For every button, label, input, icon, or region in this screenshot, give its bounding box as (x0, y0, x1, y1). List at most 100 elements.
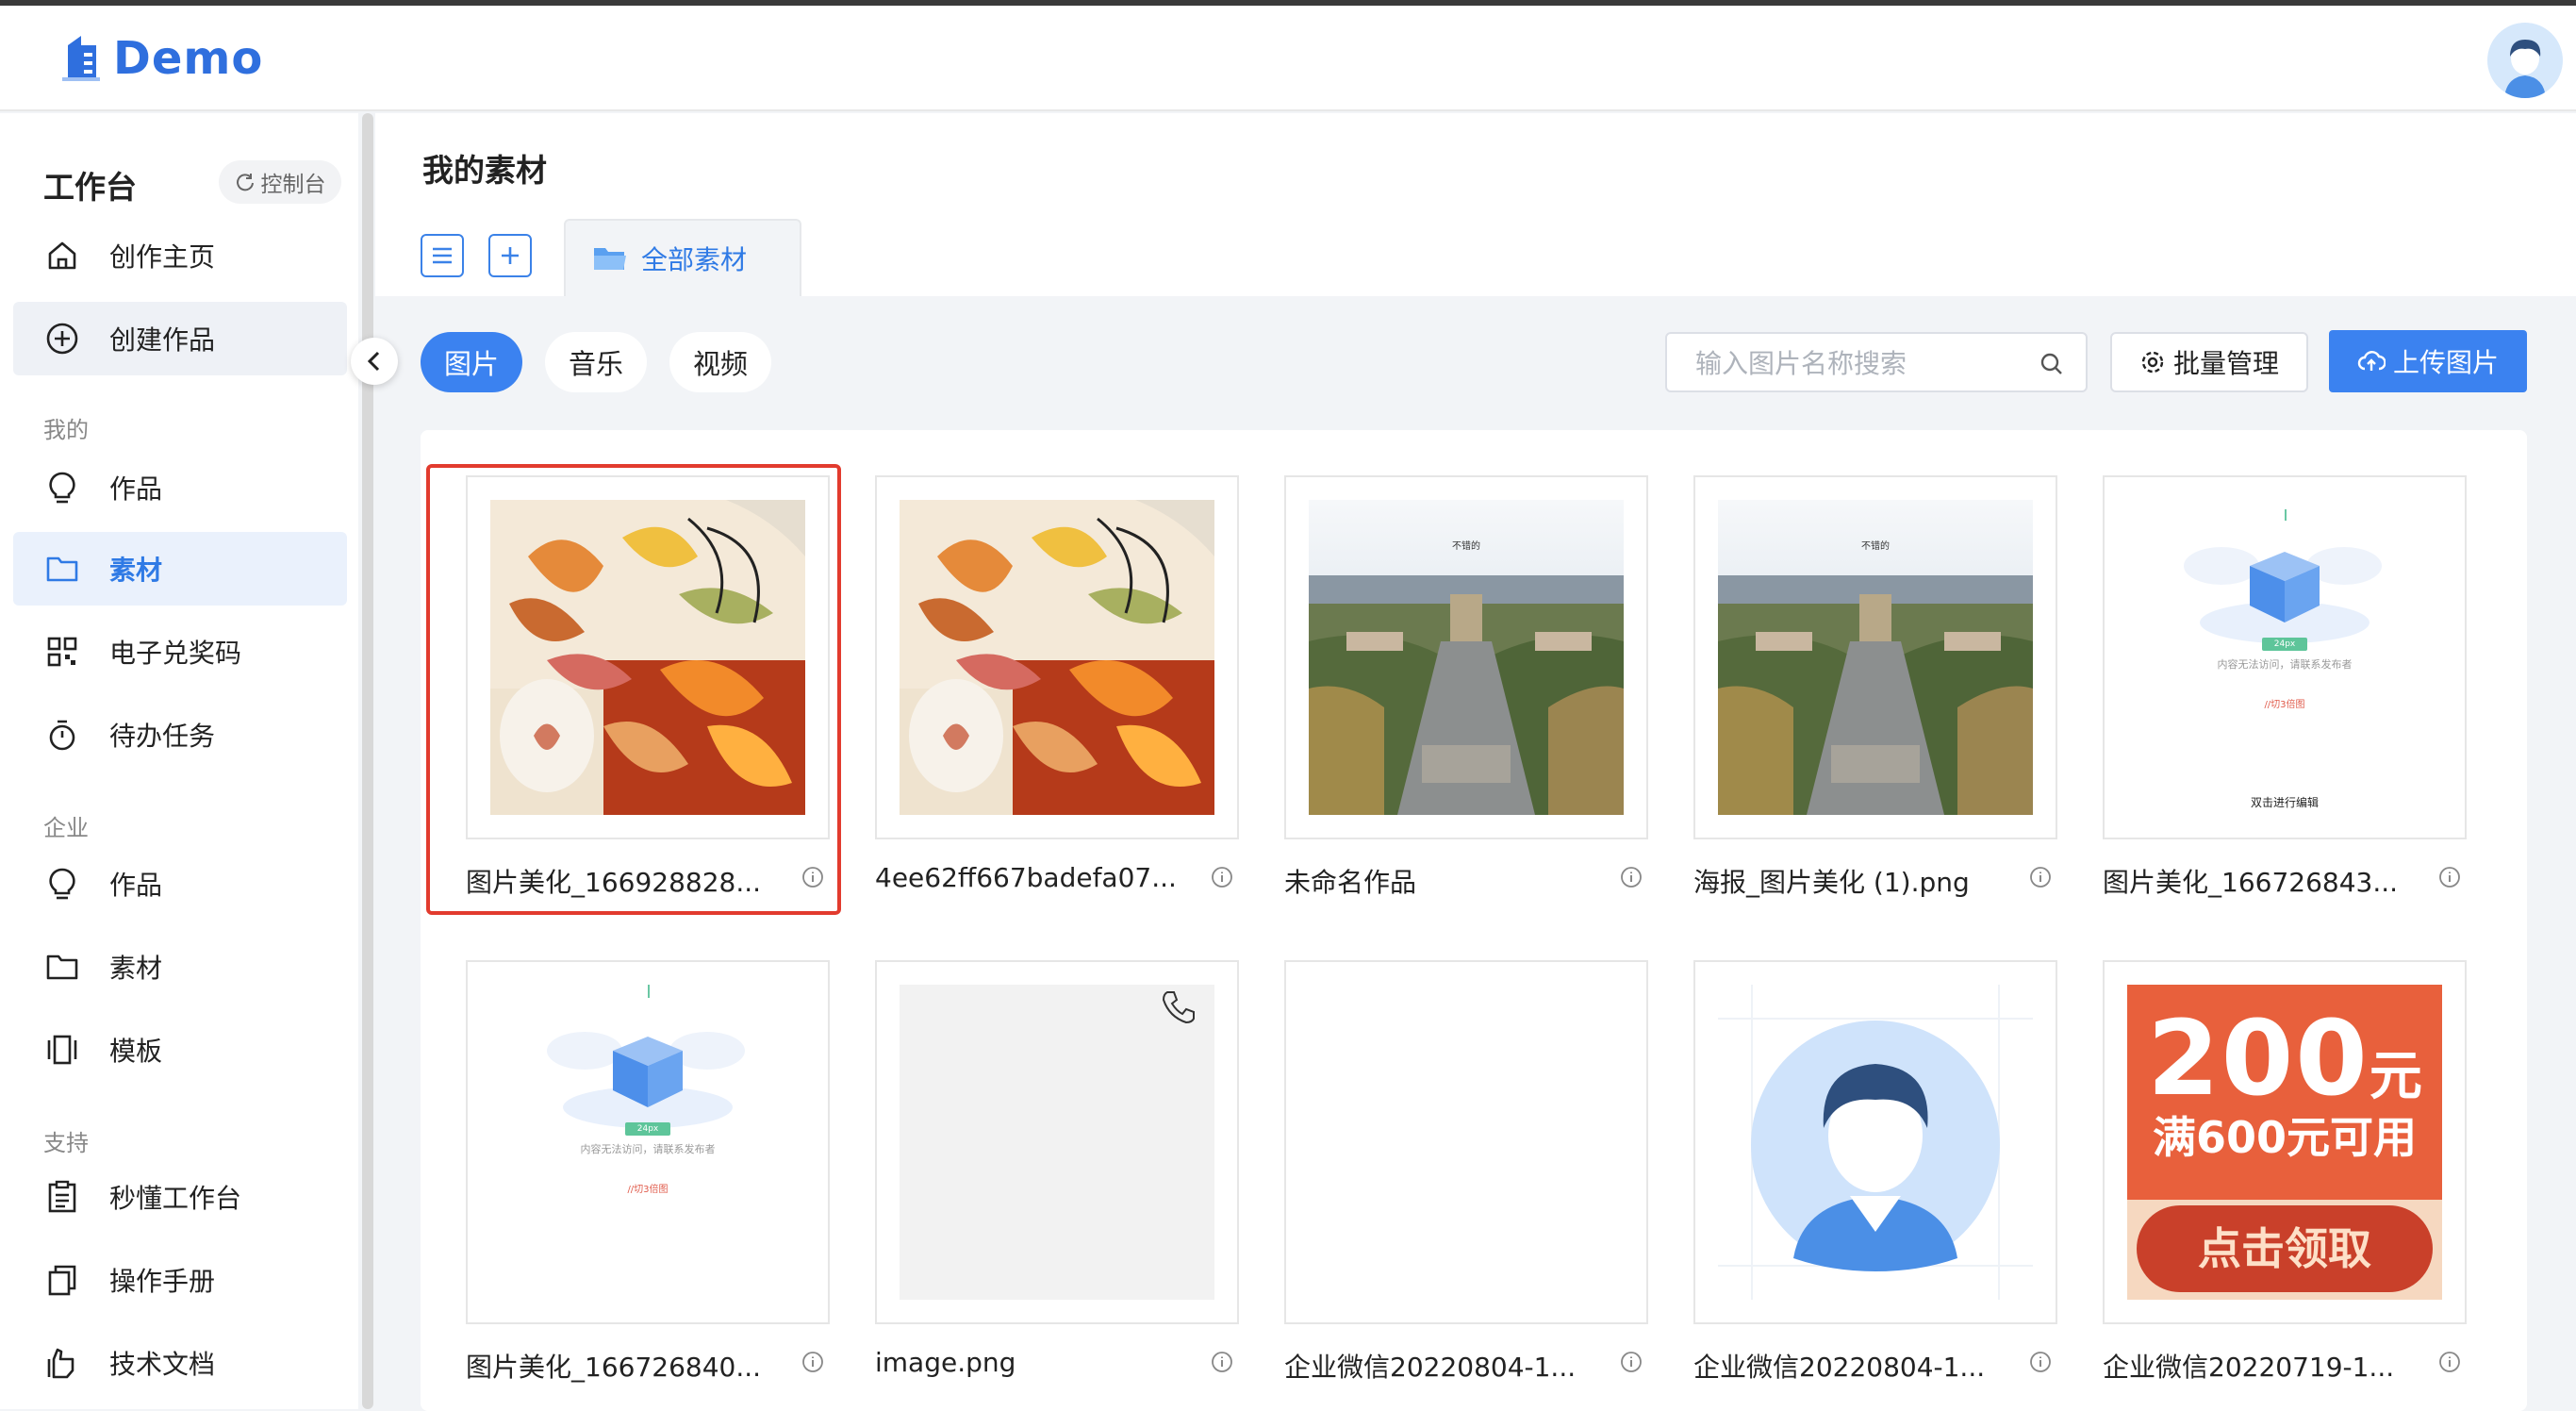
sidebar-item-manual[interactable]: 操作手册 (13, 1243, 347, 1317)
sidebar-item-label: 模板 (109, 1036, 163, 1067)
cloud-upload-icon (2357, 351, 2386, 371)
sidebar-item-label: 作品 (109, 473, 163, 505)
sidebar-item-label: 素材 (109, 555, 163, 586)
building-logo-icon (62, 32, 100, 85)
collapse-sidebar-button[interactable] (351, 338, 398, 385)
qrcode-icon (43, 633, 81, 671)
info-icon[interactable] (1620, 1351, 1643, 1377)
coupon-unit: 元 (2369, 1046, 2422, 1107)
template-icon (43, 1031, 81, 1069)
phone-icon (1162, 991, 1195, 1024)
chevron-left-icon (367, 351, 380, 372)
folder-icon (43, 948, 81, 986)
search-input[interactable]: 输入图片名称搜索 (1665, 332, 2088, 392)
sidebar-scrollbar[interactable] (362, 113, 373, 1409)
info-icon[interactable] (2438, 866, 2461, 892)
sidebar-item-ent-works[interactable]: 作品 (13, 847, 347, 921)
info-icon[interactable] (2029, 1351, 2052, 1377)
asset-thumbnail[interactable]: 不错的 (1693, 475, 2057, 839)
filter-video[interactable]: 视频 (669, 332, 771, 392)
info-icon[interactable] (2029, 866, 2052, 892)
bulb-icon (43, 865, 81, 903)
sidebar-item-label: 创作主页 (109, 241, 216, 273)
info-icon[interactable] (1211, 1351, 1233, 1377)
gear-icon (2141, 351, 2164, 374)
asset-name: 企业微信20220804-1... (1284, 1352, 1577, 1383)
sidebar-item-docs[interactable]: 技术文档 (13, 1326, 347, 1400)
sidebar-item-redeem-code[interactable]: 电子兑奖码 (13, 615, 347, 689)
sidebar-item-label: 待办任务 (109, 721, 216, 752)
asset-thumbnail[interactable]: 不错的 (1284, 475, 1648, 839)
asset-thumbnail[interactable] (875, 960, 1239, 1324)
image-caption: 不错的 (1452, 541, 1480, 552)
filter-music[interactable]: 音乐 (545, 332, 647, 392)
asset-name: 企业微信20220719-1... (2103, 1352, 2395, 1383)
logo[interactable]: Demo (62, 32, 263, 85)
info-icon[interactable] (801, 1351, 824, 1377)
campus-aerial-image: 不错的 (1309, 500, 1624, 815)
batch-manage-label: 批量管理 (2172, 348, 2279, 379)
folder-icon (592, 244, 628, 273)
list-icon (433, 247, 452, 264)
coupon-amount-line: 200元 (2127, 998, 2442, 1119)
app-header: Demo (0, 6, 2576, 111)
filter-images[interactable]: 图片 (421, 332, 522, 392)
box-note: //切3倍图 (627, 1185, 669, 1195)
sidebar-item-label: 电子兑奖码 (109, 638, 242, 669)
sidebar-item-home[interactable]: 创作主页 (13, 219, 347, 292)
search-placeholder: 输入图片名称搜索 (1695, 348, 1907, 379)
box-message: 内容无法访问，请联系发布者 (2217, 658, 2353, 671)
sidebar-title: 工作台 (43, 169, 137, 206)
asset-name: 4ee62ff667badefa07... (875, 862, 1177, 893)
coupon-claim-button: 点击领取 (2137, 1205, 2433, 1292)
asset-thumbnail[interactable]: 24px 内容无法访问，请联系发布者 //切3倍图 (466, 960, 830, 1324)
sidebar-item-label: 技术文档 (109, 1349, 216, 1380)
console-button[interactable]: 控制台 (219, 160, 341, 204)
asset-name: 海报_图片美化 (1).png (1693, 867, 1970, 898)
copy-icon (43, 1261, 81, 1299)
sidebar-item-label: 创建作品 (109, 324, 216, 356)
tab-all-assets[interactable]: 全部素材 (564, 219, 801, 296)
info-icon[interactable] (1211, 866, 1233, 892)
sidebar-item-create[interactable]: 创建作品 (13, 302, 347, 375)
search-icon (2039, 351, 2065, 381)
asset-thumbnail[interactable] (875, 475, 1239, 839)
console-label: 控制台 (260, 173, 326, 197)
grey-image (900, 985, 1214, 1300)
logo-text: Demo (113, 32, 264, 85)
timer-icon (43, 716, 81, 754)
asset-name: 图片美化_166726843... (2103, 867, 2399, 898)
user-avatar[interactable] (2487, 23, 2563, 98)
sidebar-item-my-works[interactable]: 作品 (13, 451, 347, 524)
sidebar-item-my-assets[interactable]: 素材 (13, 532, 347, 606)
list-view-button[interactable] (421, 234, 464, 277)
asset-thumbnail[interactable] (1284, 960, 1648, 1324)
sidebar-item-todo[interactable]: 待办任务 (13, 698, 347, 772)
sidebar-item-ent-assets[interactable]: 素材 (13, 930, 347, 1004)
clipboard-icon (43, 1178, 81, 1216)
sidebar-item-label: 秒懂工作台 (109, 1183, 242, 1214)
batch-manage-button[interactable]: 批量管理 (2110, 332, 2308, 392)
home-icon (43, 237, 81, 274)
asset-thumbnail[interactable]: 200元 满600元可用 点击领取 (2103, 960, 2467, 1324)
size-badge: 24px (2262, 638, 2307, 651)
page-title: 我的素材 (422, 152, 547, 189)
hand-icon (43, 1344, 81, 1382)
selected-card-highlight (426, 464, 841, 915)
asset-thumbnail[interactable] (1693, 960, 2057, 1324)
asset-name: 企业微信20220804-1... (1693, 1352, 1986, 1383)
upload-image-button[interactable]: 上传图片 (2329, 330, 2527, 392)
asset-thumbnail[interactable]: 24px 内容无法访问，请联系发布者 //切3倍图 双击进行编辑 (2103, 475, 2467, 839)
coupon-condition: 满600元可用 (2152, 1112, 2418, 1163)
add-folder-button[interactable] (488, 234, 532, 277)
plus-icon (502, 247, 519, 264)
box-message: 内容无法访问，请联系发布者 (580, 1143, 716, 1155)
size-badge: 24px (625, 1122, 670, 1136)
section-title-enterprise: 企业 (43, 815, 89, 841)
info-icon[interactable] (1620, 866, 1643, 892)
blank-image (1309, 985, 1624, 1300)
sidebar-item-quick-start[interactable]: 秒懂工作台 (13, 1160, 347, 1234)
plus-circle-icon (43, 320, 81, 357)
info-icon[interactable] (2438, 1351, 2461, 1377)
sidebar-item-templates[interactable]: 模板 (13, 1013, 347, 1087)
